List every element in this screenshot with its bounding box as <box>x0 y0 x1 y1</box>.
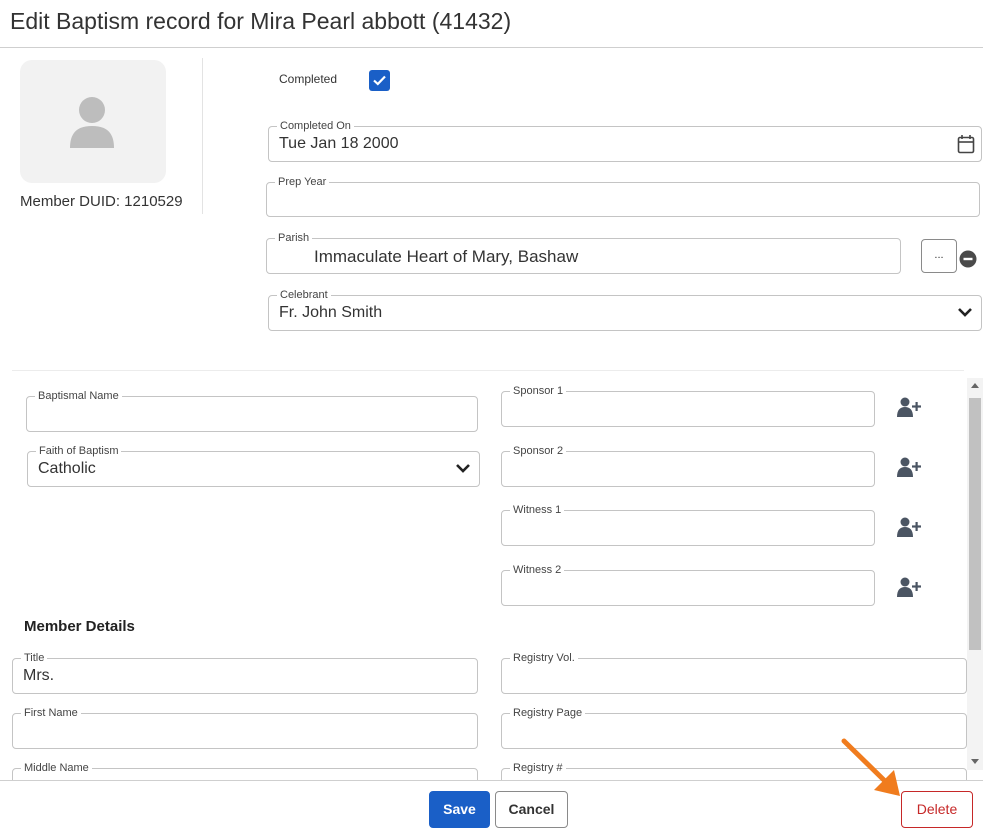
registry-page-label: Registry Page <box>510 706 586 720</box>
faith-of-baptism-label: Faith of Baptism <box>36 444 122 458</box>
chevron-down-icon <box>456 464 470 473</box>
member-details-heading: Member Details <box>24 618 135 635</box>
vertical-divider <box>202 58 203 214</box>
prep-year-field[interactable]: Prep Year <box>266 175 980 217</box>
scroll-up-icon[interactable] <box>971 383 979 388</box>
checkmark-icon <box>373 75 386 86</box>
witness2-label: Witness 2 <box>510 563 565 577</box>
dialog-header: Edit Baptism record for Mira Pearl abbot… <box>0 0 983 48</box>
scrollbar-thumb[interactable] <box>969 398 981 650</box>
sponsor1-label: Sponsor 1 <box>510 384 567 398</box>
sponsor2-label: Sponsor 2 <box>510 444 567 458</box>
orange-arrow-icon <box>841 738 900 796</box>
section-divider <box>12 370 964 371</box>
parish-label: Parish <box>275 231 313 245</box>
completed-on-value: Tue Jan 18 2000 <box>279 135 399 152</box>
dialog-title: Edit Baptism record for Mira Pearl abbot… <box>10 8 512 34</box>
celebrant-select[interactable]: Celebrant Fr. John Smith <box>268 288 982 331</box>
witness1-label: Witness 1 <box>510 503 565 517</box>
registry-vol-label: Registry Vol. <box>510 651 578 665</box>
baptismal-name-field[interactable]: Baptismal Name <box>26 389 478 432</box>
save-button[interactable]: Save <box>429 791 490 828</box>
first-name-field[interactable]: First Name <box>12 706 478 749</box>
parish-field[interactable]: Parish Immaculate Heart of Mary, Bashaw <box>266 231 901 274</box>
minus-circle-icon[interactable] <box>959 250 977 268</box>
member-avatar <box>20 60 166 183</box>
completed-on-field[interactable]: Completed On Tue Jan 18 2000 <box>268 119 982 162</box>
completed-label: Completed <box>279 72 338 86</box>
cancel-button[interactable]: Cancel <box>495 791 568 828</box>
person-plus-icon[interactable] <box>897 577 922 597</box>
middle-name-label: Middle Name <box>21 761 92 775</box>
sponsor2-field[interactable]: Sponsor 2 <box>501 444 875 487</box>
faith-of-baptism-value: Catholic <box>38 460 96 477</box>
parish-browse-button[interactable]: ... <box>921 239 957 273</box>
completed-checkbox[interactable] <box>369 70 390 91</box>
witness1-field[interactable]: Witness 1 <box>501 503 875 546</box>
baptismal-name-label: Baptismal Name <box>35 389 122 403</box>
witness2-field[interactable]: Witness 2 <box>501 563 875 606</box>
completed-on-label: Completed On <box>277 119 354 133</box>
person-silhouette-icon <box>70 97 114 148</box>
title-value: Mrs. <box>23 667 55 684</box>
chevron-down-icon <box>958 308 972 317</box>
delete-button[interactable]: Delete <box>901 791 973 828</box>
title-label: Title <box>21 651 48 665</box>
member-duid: Member DUID: 1210529 <box>20 193 183 210</box>
scroll-down-icon[interactable] <box>971 759 979 764</box>
person-plus-icon[interactable] <box>897 397 922 417</box>
title-field[interactable]: Title Mrs. <box>12 651 478 694</box>
faith-of-baptism-select[interactable]: Faith of Baptism Catholic <box>27 444 480 487</box>
person-plus-icon[interactable] <box>897 457 922 477</box>
calendar-icon[interactable] <box>957 134 975 154</box>
dialog-footer: Save Cancel Delete <box>0 780 983 828</box>
prep-year-label: Prep Year <box>275 175 330 189</box>
celebrant-label: Celebrant <box>277 288 331 302</box>
registry-vol-field[interactable]: Registry Vol. <box>501 651 967 694</box>
parish-value: Immaculate Heart of Mary, Bashaw <box>314 247 579 266</box>
person-plus-icon[interactable] <box>897 517 922 537</box>
sponsor1-field[interactable]: Sponsor 1 <box>501 384 875 427</box>
registry-number-label: Registry # <box>510 761 566 775</box>
form-scrollbar[interactable] <box>967 378 983 770</box>
first-name-label: First Name <box>21 706 81 720</box>
celebrant-value: Fr. John Smith <box>279 304 383 321</box>
